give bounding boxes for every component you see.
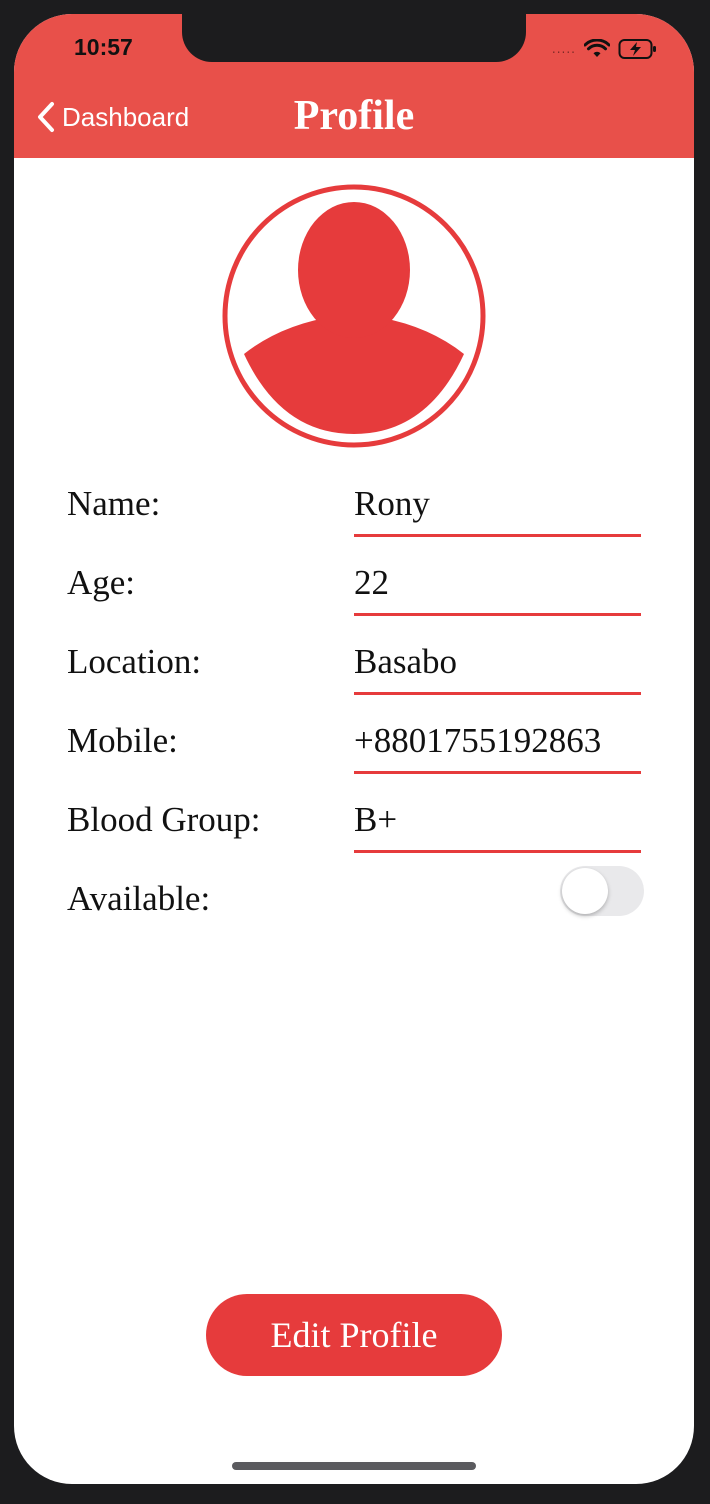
available-label: Available: — [67, 879, 211, 918]
back-button[interactable]: Dashboard — [34, 100, 189, 134]
toggle-knob — [562, 868, 608, 914]
field-age-label: Age: — [67, 563, 136, 602]
battery-charging-icon — [618, 39, 656, 59]
field-blood-group-label: Blood Group: — [67, 800, 261, 839]
home-indicator[interactable] — [232, 1462, 476, 1470]
edit-profile-button[interactable]: Edit Profile — [206, 1294, 502, 1376]
user-avatar-icon — [222, 184, 486, 448]
status-icons: ..... — [552, 38, 658, 60]
status-time: 10:57 — [74, 34, 133, 60]
signal-icon: ..... — [551, 42, 576, 56]
field-name: Name: Rony — [67, 484, 643, 544]
field-mobile-underline — [354, 771, 641, 774]
field-mobile: Mobile: +8801755192863 — [67, 721, 643, 781]
field-age-underline — [354, 613, 641, 616]
field-mobile-label: Mobile: — [67, 721, 178, 760]
field-blood-group-value: B+ — [354, 800, 398, 839]
field-location-value: Basabo — [354, 642, 458, 681]
device-notch — [182, 14, 526, 62]
field-location-underline — [354, 692, 641, 695]
field-location: Location: Basabo — [67, 642, 643, 702]
wifi-icon — [584, 39, 610, 57]
field-location-label: Location: — [67, 642, 202, 681]
back-label: Dashboard — [62, 101, 190, 132]
field-blood-group: Blood Group: B+ — [67, 800, 643, 860]
navigation-header: 10:57 ..... Dashboard Profile — [14, 14, 694, 158]
chevron-left-icon — [38, 102, 54, 132]
field-blood-group-underline — [354, 850, 641, 853]
field-age-value: 22 — [354, 563, 389, 602]
field-name-label: Name: — [67, 484, 161, 523]
phone-screen: 10:57 ..... Dashboard Profile Name: Rony… — [14, 14, 694, 1484]
field-mobile-value: +8801755192863 — [354, 721, 602, 760]
available-toggle[interactable] — [560, 866, 644, 916]
field-name-value: Rony — [354, 484, 430, 523]
field-available: Available: — [67, 879, 643, 939]
field-age: Age: 22 — [67, 563, 643, 623]
field-name-underline — [354, 534, 641, 537]
